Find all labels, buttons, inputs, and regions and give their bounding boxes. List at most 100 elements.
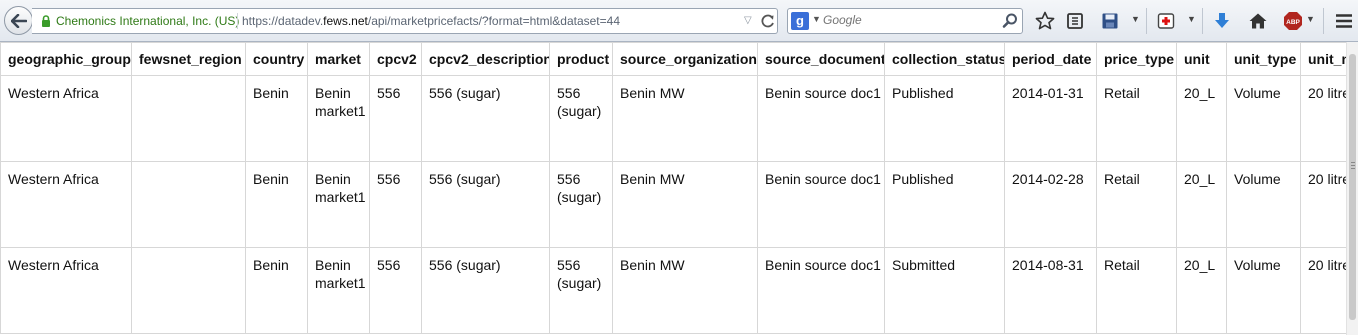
table-cell-cpcv2: 556 (369, 161, 422, 248)
url-path: /api/marketpricefacts/?format=html&datas… (367, 14, 620, 28)
home-icon[interactable] (1247, 10, 1269, 32)
save-page-icon[interactable] (1099, 10, 1121, 32)
market-price-table: geographic_group fewsnet_region country mar… (0, 42, 1346, 334)
back-button[interactable] (4, 6, 33, 35)
column-header-market: market (307, 42, 370, 76)
column-header-collection-status: collection_status (884, 42, 1005, 76)
toolbar-separator-3 (1323, 8, 1324, 34)
browser-toolbar: Chemonics International, Inc. (US) https… (0, 0, 1358, 42)
lock-icon (42, 15, 50, 27)
table-cell-fewsnet-region (131, 247, 246, 334)
table-cell-cpcv2: 556 (369, 247, 422, 334)
table-cell-cpcv2-description: 556 (sugar) (421, 247, 550, 334)
table-cell-source-document: Benin source doc1 (757, 247, 885, 334)
table-row: Western Africa Benin Benin market1 556 556 (… (0, 247, 1346, 334)
table-cell-market: Benin market1 (307, 247, 370, 334)
column-header-period-date: period_date (1004, 42, 1097, 76)
svg-text:ABP: ABP (1286, 19, 1300, 26)
table-row: Western Africa Benin Benin market1 556 556 (… (0, 75, 1346, 162)
url-history-dropdown-icon[interactable]: ▽ (744, 9, 752, 33)
table-cell-geographic-group: Western Africa (0, 247, 132, 334)
table-cell-fewsnet-region (131, 161, 246, 248)
table-cell-source-document: Benin source doc1 (757, 161, 885, 248)
table-header-row: geographic_group fewsnet_region country mar… (0, 42, 1346, 76)
table-cell-collection-status: Published (884, 161, 1005, 248)
column-header-cpcv2: cpcv2 (369, 42, 422, 76)
url-separator (237, 13, 238, 29)
column-header-source-document: source_document (757, 42, 885, 76)
adblock-dropdown-icon[interactable]: ▼ (1306, 14, 1315, 24)
table-cell-price-type: Retail (1096, 247, 1177, 334)
column-header-geographic-group: geographic_group (0, 42, 132, 76)
column-header-source-organization: source_organization (612, 42, 758, 76)
bookmarks-menu-icon[interactable] (1064, 10, 1086, 32)
table-body: Western Africa Benin Benin market1 556 556 (… (0, 75, 1346, 334)
column-header-fewsnet-region: fewsnet_region (131, 42, 246, 76)
table-cell-unit-type: Volume (1226, 161, 1301, 248)
column-header-unit-na: unit_na (1300, 42, 1346, 76)
scrollbar-thumb[interactable] (1349, 54, 1356, 320)
page-content: geographic_group fewsnet_region country mar… (0, 42, 1346, 335)
engine-dropdown-icon[interactable]: ▼ (812, 14, 821, 24)
column-header-unit-type: unit_type (1226, 42, 1301, 76)
vertical-scrollbar[interactable] (1346, 42, 1358, 335)
table-cell-country: Benin (245, 247, 308, 334)
table-cell-country: Benin (245, 161, 308, 248)
table-cell-price-type: Retail (1096, 75, 1177, 162)
table-cell-market: Benin market1 (307, 75, 370, 162)
hamburger-menu-icon[interactable] (1333, 10, 1355, 32)
url-text[interactable]: https://datadev.fews.net/api/marketprice… (242, 9, 620, 33)
site-identity-label: Chemonics International, Inc. (US) (56, 14, 240, 28)
back-arrow-icon (10, 13, 27, 28)
addon-firstaid-icon[interactable] (1155, 10, 1177, 32)
table-cell-price-type: Retail (1096, 161, 1177, 248)
google-engine-icon[interactable]: g (791, 12, 809, 30)
table-cell-cpcv2-description: 556 (sugar) (421, 75, 550, 162)
toolbar-separator (1146, 8, 1147, 34)
url-bar[interactable]: Chemonics International, Inc. (US) https… (32, 8, 778, 34)
table-cell-source-organization: Benin MW (612, 75, 758, 162)
table-cell-fewsnet-region (131, 75, 246, 162)
table-cell-unit-type: Volume (1226, 75, 1301, 162)
table-cell-geographic-group: Western Africa (0, 161, 132, 248)
table-cell-collection-status: Submitted (884, 247, 1005, 334)
toolbar-separator-2 (1202, 8, 1203, 34)
column-header-price-type: price_type (1096, 42, 1177, 76)
url-host: fews.net (323, 14, 368, 28)
site-identity[interactable]: Chemonics International, Inc. (US) (41, 9, 239, 33)
table-cell-unit-na: 20 litres (1300, 75, 1346, 162)
save-dropdown-icon[interactable]: ▼ (1131, 14, 1140, 24)
table-cell-country: Benin (245, 75, 308, 162)
table-cell-unit-na: 20 litres (1300, 247, 1346, 334)
table-cell-market: Benin market1 (307, 161, 370, 248)
column-header-product: product (549, 42, 613, 76)
bookmark-star-icon[interactable] (1034, 10, 1056, 32)
table-cell-unit: 20_L (1176, 247, 1227, 334)
downloads-icon[interactable] (1211, 10, 1233, 32)
search-icon[interactable] (1001, 12, 1019, 30)
table-cell-unit: 20_L (1176, 75, 1227, 162)
table-cell-cpcv2-description: 556 (sugar) (421, 161, 550, 248)
table-cell-period-date: 2014-02-28 (1004, 161, 1097, 248)
table-cell-source-organization: Benin MW (612, 161, 758, 248)
search-input[interactable] (823, 9, 993, 31)
search-box[interactable]: g ▼ (787, 8, 1023, 34)
scrollbar-grip (1351, 168, 1355, 169)
table-cell-period-date: 2014-08-31 (1004, 247, 1097, 334)
adblock-plus-icon[interactable]: ABP (1282, 10, 1304, 32)
table-cell-period-date: 2014-01-31 (1004, 75, 1097, 162)
table-cell-source-organization: Benin MW (612, 247, 758, 334)
table-cell-geographic-group: Western Africa (0, 75, 132, 162)
reload-icon[interactable] (760, 12, 776, 30)
url-prefix: https://datadev. (242, 14, 324, 28)
table-cell-unit: 20_L (1176, 161, 1227, 248)
table-cell-unit-type: Volume (1226, 247, 1301, 334)
table-cell-collection-status: Published (884, 75, 1005, 162)
table-cell-product: 556 (sugar) (549, 75, 613, 162)
table-cell-product: 556 (sugar) (549, 247, 613, 334)
table-row: Western Africa Benin Benin market1 556 556 (… (0, 161, 1346, 248)
scrollbar-grip (1351, 162, 1355, 163)
scrollbar-grip (1351, 165, 1355, 166)
table-cell-product: 556 (sugar) (549, 161, 613, 248)
addon-dropdown-icon[interactable]: ▼ (1187, 14, 1196, 24)
